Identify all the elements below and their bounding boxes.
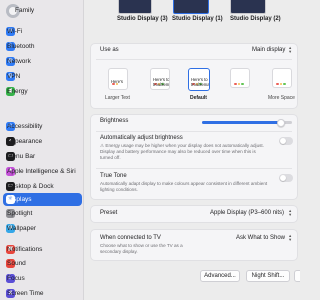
displays-pane: Studio Display (3) Studio Display (1) St… bbox=[84, 0, 300, 300]
sidebar-item-label: Screen Time bbox=[7, 290, 44, 297]
sidebar-item-label: Focus bbox=[7, 275, 25, 282]
sidebar-item-spotlight[interactable]: ⌕ Spotlight bbox=[3, 207, 82, 220]
true-tone-toggle[interactable] bbox=[279, 174, 293, 182]
divider bbox=[96, 168, 292, 169]
divider bbox=[96, 59, 292, 60]
sidebar-item-vpn[interactable]: ◍ VPN bbox=[3, 70, 82, 83]
sidebar-item-wi-fi[interactable]: ≋ Wi-Fi bbox=[3, 25, 82, 38]
preset-select[interactable]: Apple Display (P3–600 nits) bbox=[210, 210, 284, 216]
resolution-caption-more: More Space bbox=[268, 95, 295, 101]
resolution-option-4[interactable] bbox=[230, 68, 250, 88]
resolution-caption-default: Default bbox=[190, 95, 207, 101]
true-tone-desc: Automatically adapt display to make colo… bbox=[100, 181, 268, 192]
sidebar-item-label: Notifications bbox=[7, 246, 43, 253]
sidebar-item-sound[interactable]: ♪ Sound bbox=[3, 257, 82, 270]
use-as-label: Use as bbox=[100, 47, 119, 53]
sidebar-item-apple-intelligence-siri[interactable]: ✦ Apple Intelligence & Siri bbox=[3, 165, 82, 178]
help-button[interactable] bbox=[294, 270, 300, 282]
brightness-slider-knob[interactable] bbox=[277, 118, 286, 127]
preset-chevron-icon: ▴ ▾ bbox=[289, 208, 292, 217]
resolution-option-2[interactable]: Here's to troublem bbox=[150, 68, 170, 90]
tv-chevron-icon: ▴ ▾ bbox=[289, 233, 292, 242]
sidebar-item-label: VPN bbox=[7, 73, 21, 80]
resolution-caption-larger: Larger Text bbox=[105, 95, 130, 101]
display-thumb-2[interactable] bbox=[230, 0, 266, 14]
auto-brightness-label: Automatically adjust brightness bbox=[100, 135, 183, 141]
sidebar-item-network[interactable]: ◍ Network bbox=[3, 55, 82, 68]
resolution-option-3[interactable]: Here's to troublemakers bbox=[188, 68, 210, 91]
sidebar-item-label: Spotlight bbox=[7, 210, 33, 217]
display-label-1: Studio Display (1) bbox=[172, 16, 223, 22]
sidebar-item-label: Apple Intelligence & Siri bbox=[7, 168, 76, 175]
sidebar-item-label: Displays bbox=[7, 196, 32, 203]
display-thumb-1[interactable] bbox=[173, 0, 209, 14]
use-as-select[interactable]: Main display bbox=[252, 47, 285, 53]
sidebar-item-focus[interactable]: ☾ Focus bbox=[3, 272, 82, 285]
sidebar-item-label: Accessibility bbox=[7, 123, 43, 130]
sidebar-item-label: Desktop & Dock bbox=[7, 183, 54, 190]
sidebar: Family ≋ Wi-Fi ᛒ Bluetooth ◍ Network ◍ VPN ▮ Ener… bbox=[0, 0, 84, 300]
sidebar-item-desktop-dock[interactable]: ▭ Desktop & Dock bbox=[3, 180, 82, 193]
auto-brightness-toggle[interactable] bbox=[279, 137, 293, 145]
brightness-slider[interactable] bbox=[202, 118, 292, 127]
sidebar-item-screen-time[interactable]: ⧗ Screen Time bbox=[3, 287, 82, 300]
sidebar-item-label: Menu Bar bbox=[7, 153, 36, 160]
sidebar-item-label: Family bbox=[15, 7, 35, 14]
display-label-3: Studio Display (3) bbox=[117, 16, 168, 22]
sidebar-item-label: Wallpaper bbox=[7, 225, 37, 232]
sidebar-item-accessibility[interactable]: ☺ Accessibility bbox=[3, 120, 82, 133]
resolution-option-1[interactable]: Here's bbox=[108, 68, 128, 90]
resolution-option-5[interactable] bbox=[272, 68, 292, 88]
display-thumb-3[interactable] bbox=[118, 0, 152, 14]
brightness-label: Brightness bbox=[100, 118, 129, 124]
use-as-chevron-icon: ▴ ▾ bbox=[289, 45, 292, 54]
brightness-slider-fill bbox=[202, 121, 282, 124]
auto-brightness-desc: ⚠ Energy usage may be higher when your d… bbox=[100, 143, 264, 160]
tv-select[interactable]: Ask What to Show bbox=[236, 235, 285, 241]
advanced-button[interactable]: Advanced... bbox=[200, 270, 240, 282]
sidebar-item-label: Appearance bbox=[7, 138, 43, 145]
preset-label: Preset bbox=[100, 210, 118, 216]
sidebar-item-appearance[interactable]: ◐ Appearance bbox=[3, 135, 82, 148]
sidebar-item-displays[interactable]: ☀ Displays bbox=[3, 193, 82, 206]
display-label-2: Studio Display (2) bbox=[230, 16, 281, 22]
sidebar-item-menu-bar[interactable]: ▭ Menu Bar bbox=[3, 150, 82, 163]
sidebar-item-notifications[interactable]: ▣ Notifications bbox=[3, 243, 82, 256]
sidebar-item-label: Bluetooth bbox=[7, 43, 35, 50]
sidebar-item-energy[interactable]: ▮ Energy bbox=[3, 85, 82, 98]
sidebar-item-label: Sound bbox=[7, 260, 26, 267]
display-arrangement: Studio Display (3) Studio Display (1) St… bbox=[84, 0, 300, 28]
sidebar-item-label: Wi-Fi bbox=[7, 28, 23, 35]
sidebar-item-label: Network bbox=[7, 58, 31, 65]
sidebar-item-label: Energy bbox=[7, 88, 28, 95]
true-tone-label: True Tone bbox=[100, 173, 127, 179]
sidebar-item-bluetooth[interactable]: ᛒ Bluetooth bbox=[3, 40, 82, 53]
sidebar-item-family[interactable]: Family bbox=[0, 4, 83, 20]
tv-desc: Choose what to show or use the TV as a s… bbox=[100, 243, 183, 254]
night-shift-button[interactable]: Night Shift... bbox=[246, 270, 290, 282]
divider bbox=[96, 131, 292, 132]
tv-label: When connected to TV bbox=[100, 235, 161, 241]
sidebar-item-wallpaper[interactable]: ❀ Wallpaper bbox=[3, 222, 82, 235]
